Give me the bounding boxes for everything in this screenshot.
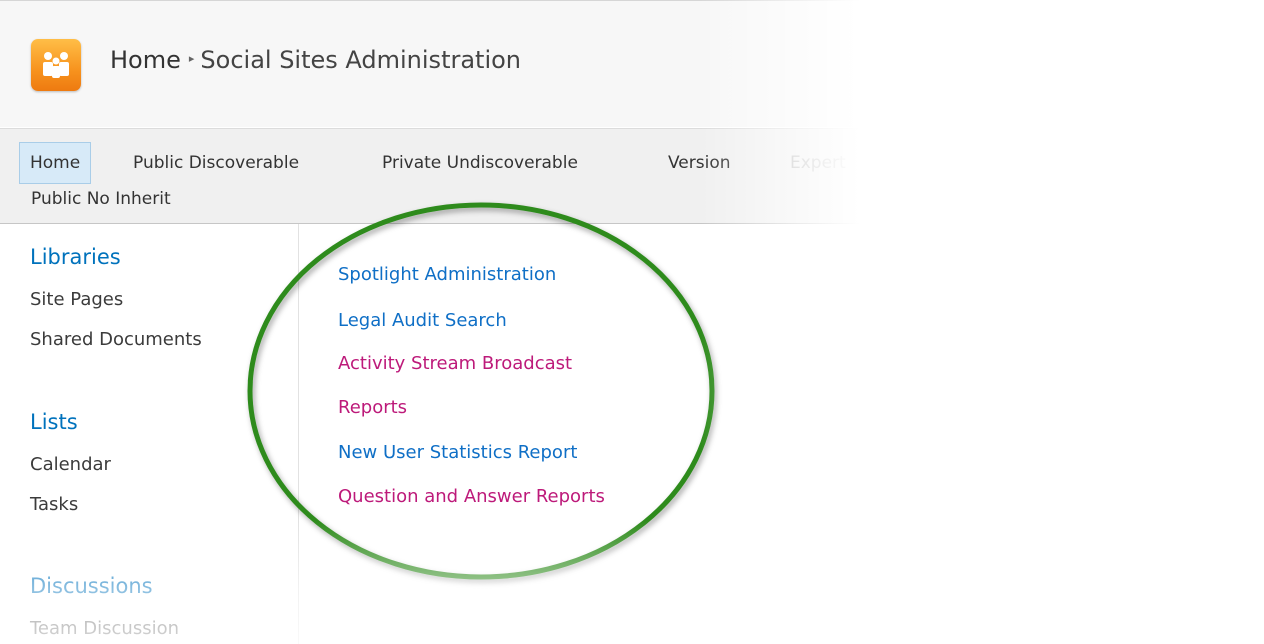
topnav-item-public-discoverable[interactable]: Public Discoverable [133,153,299,173]
top-navigation: Home Public Discoverable Private Undisco… [0,128,1264,224]
link-legal-audit-search[interactable]: Legal Audit Search [338,310,507,331]
people-group-icon[interactable] [31,39,81,91]
link-activity-stream-broadcast[interactable]: Activity Stream Broadcast [338,353,572,374]
leftnav-item-shared-documents[interactable]: Shared Documents [30,329,202,350]
leftnav-item-calendar[interactable]: Calendar [30,454,111,475]
leftnav-item-site-pages[interactable]: Site Pages [30,289,123,310]
page-title: Social Sites Administration [200,46,522,74]
leftnav-heading-lists[interactable]: Lists [30,410,78,434]
topnav-item-version[interactable]: Version [668,153,731,173]
link-question-and-answer-reports[interactable]: Question and Answer Reports [338,486,605,507]
leftnav-heading-discussions[interactable]: Discussions [30,574,153,598]
quick-launch: Libraries Site Pages Shared Documents Li… [0,224,299,644]
link-new-user-statistics-report[interactable]: New User Statistics Report [338,442,577,463]
page: Home ▸ Social Sites Administration Home Pu… [0,0,1264,644]
topnav-item-public-no-inherit[interactable]: Public No Inherit [31,189,171,209]
topnav-item-expert[interactable]: Expert [790,153,846,173]
leftnav-heading-libraries[interactable]: Libraries [30,245,121,269]
breadcrumb: Home ▸ Social Sites Administration [110,46,521,74]
link-reports[interactable]: Reports [338,397,407,418]
breadcrumb-home-link[interactable]: Home [110,46,181,74]
leftnav-item-tasks[interactable]: Tasks [30,494,78,515]
topnav-item-private-undiscoverable[interactable]: Private Undiscoverable [382,153,578,173]
topnav-item-home[interactable]: Home [19,142,92,184]
breadcrumb-separator-icon: ▸ [188,51,195,65]
leftnav-item-team-discussion[interactable]: Team Discussion [30,618,179,639]
header: Home ▸ Social Sites Administration [0,1,1264,127]
link-spotlight-administration[interactable]: Spotlight Administration [338,264,556,285]
